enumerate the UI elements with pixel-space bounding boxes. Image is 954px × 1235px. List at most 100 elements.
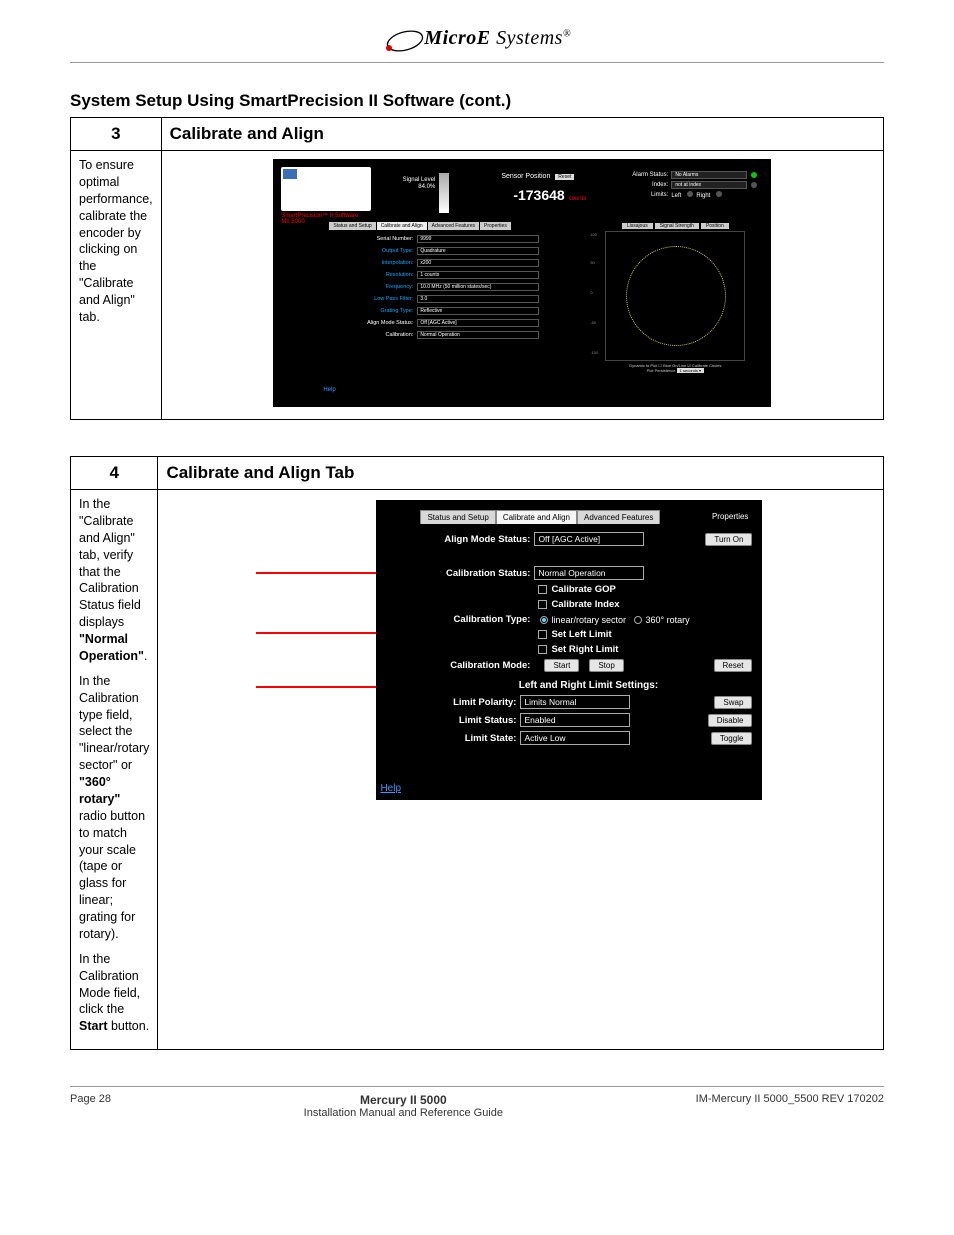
align-mode-label: Align Mode Status:: [424, 534, 534, 545]
plot-panel: LissajousSignal StrengthPosition 100 50 …: [595, 223, 755, 373]
sensor-position-value: -173648 counts: [513, 187, 586, 203]
step4-number: 4: [71, 457, 158, 490]
tabs-row[interactable]: Status and Setup Calibrate and Align Adv…: [420, 510, 754, 524]
sensor-position-label: Sensor Position Reset: [501, 173, 574, 180]
calibrate-gop-label: Calibrate GOP: [551, 584, 615, 595]
step4-shot-cell: Status and Setup Calibrate and Align Adv…: [158, 490, 884, 1050]
plot-persistence-select[interactable]: 1 seconds ▾: [677, 368, 704, 373]
limit-polarity-value: Limits Normal: [520, 695, 630, 709]
step4-table: 4 Calibrate and Align Tab In the "Calibr…: [70, 456, 884, 1050]
step3-table: 3 Calibrate and Align To ensure optimal …: [70, 117, 884, 420]
step3-title: Calibrate and Align: [170, 124, 324, 143]
plot-tabs[interactable]: LissajousSignal StrengthPosition: [595, 223, 755, 229]
app-screenshot-2: Status and Setup Calibrate and Align Adv…: [376, 500, 762, 800]
footer-title: Mercury II 5000: [111, 1093, 696, 1107]
signal-level-label: Signal Level 84.0%: [391, 177, 435, 190]
plot-tab-position[interactable]: Position: [701, 223, 729, 229]
resolution-field[interactable]: 1 counts: [417, 271, 539, 279]
stop-button[interactable]: Stop: [589, 659, 623, 672]
plot-tab-lissajous[interactable]: Lissajous: [622, 223, 653, 229]
index-led-icon: [751, 182, 757, 188]
properties-label[interactable]: Properties: [706, 510, 754, 524]
limit-status-value: Enabled: [520, 713, 630, 727]
logo-row: MicroE Systems®: [70, 26, 884, 56]
calibrate-index-checkbox[interactable]: [538, 600, 547, 609]
left-limit-led-icon: [687, 191, 693, 197]
lissajous-plot: 100 50 0 -50 -100: [605, 231, 745, 361]
tab-calibrate-align[interactable]: Calibrate and Align: [496, 510, 577, 524]
step3-side: To ensure optimal performance, calibrate…: [71, 151, 162, 420]
set-right-limit-label: Set Right Limit: [551, 644, 618, 655]
help-link[interactable]: Help: [323, 387, 335, 393]
tab-advanced[interactable]: Advanced Features: [577, 510, 660, 524]
plot-tab-signal[interactable]: Signal Strength: [655, 223, 699, 229]
radio-linear-rotary[interactable]: [540, 616, 548, 624]
swap-button[interactable]: Swap: [714, 696, 752, 709]
app-brand-box: [281, 167, 371, 211]
start-button[interactable]: Start: [544, 659, 579, 672]
app-screenshot-1: SmartPrecision™ II Software MII 5000 Sig…: [273, 159, 771, 407]
tab-properties[interactable]: Properties: [480, 222, 511, 230]
footer-subtitle: Installation Manual and Reference Guide: [111, 1107, 696, 1119]
page-root: MicroE Systems® System Setup Using Smart…: [0, 0, 954, 1159]
limit-state-label: Limit State:: [424, 733, 520, 744]
plot-options[interactable]: Dynamic to Plot ☐ Blue On/Line ☑ Calibra…: [595, 363, 755, 373]
lowpass-field[interactable]: 3.0: [417, 295, 539, 303]
cal-status-label: Calibration Status:: [424, 568, 534, 579]
section-heading: System Setup Using SmartPrecision II Sof…: [70, 91, 884, 111]
step4-title-cell: Calibrate and Align Tab: [158, 457, 884, 490]
cal-status-value: Normal Operation: [534, 566, 644, 580]
set-right-limit-checkbox[interactable]: [538, 645, 547, 654]
tab-calibrate-align[interactable]: Calibrate and Align: [377, 222, 427, 230]
disable-button[interactable]: Disable: [708, 714, 753, 727]
reset-button[interactable]: Reset: [714, 659, 753, 672]
footer-page: Page 28: [70, 1093, 111, 1119]
right-limit-led-icon: [716, 191, 722, 197]
alarm-column: Alarm Status:No Alarms Index:not at inde…: [617, 171, 757, 201]
status-fields: Serial Number:9999 Output Type:Quadratur…: [339, 235, 539, 343]
step3-number: 3: [71, 118, 162, 151]
brand-logo: MicroE Systems®: [383, 26, 571, 56]
header-rule: [70, 62, 884, 63]
calibrate-gop-checkbox[interactable]: [538, 585, 547, 594]
tab-status-setup[interactable]: Status and Setup: [420, 510, 495, 524]
step3-shot-cell: SmartPrecision™ II Software MII 5000 Sig…: [161, 151, 883, 420]
interpolation-field[interactable]: x200: [417, 259, 539, 267]
set-left-limit-label: Set Left Limit: [551, 629, 611, 640]
toggle-button[interactable]: Toggle: [711, 732, 753, 745]
lissajous-circle-icon: [626, 246, 726, 346]
logo-swoosh-icon: [383, 26, 427, 56]
frequency-field[interactable]: 10.0 MHz (50 million states/sec): [417, 283, 539, 291]
step4-instructions: In the "Calibrate and Align" tab, verify…: [79, 496, 149, 1035]
output-type-field[interactable]: Quadrature: [417, 247, 539, 255]
footer-rule: [70, 1086, 884, 1087]
tab-status-setup[interactable]: Status and Setup: [329, 222, 375, 230]
app-tabs[interactable]: Status and SetupCalibrate and AlignAdvan…: [329, 223, 512, 229]
serial-number-field: 9999: [417, 235, 539, 243]
set-left-limit-checkbox[interactable]: [538, 630, 547, 639]
signal-level-bar: [439, 173, 449, 213]
step4-side: In the "Calibrate and Align" tab, verify…: [71, 490, 158, 1050]
tab-advanced[interactable]: Advanced Features: [428, 222, 479, 230]
grating-type-field[interactable]: Reflective: [417, 307, 539, 315]
radio-360-rotary[interactable]: [634, 616, 642, 624]
step4-title: Calibrate and Align Tab: [166, 463, 354, 482]
cal-type-label: Calibration Type:: [424, 614, 534, 625]
limit-state-value: Active Low: [520, 731, 630, 745]
help-link[interactable]: Help: [380, 783, 401, 794]
page-footer: Page 28 Mercury II 5000 Installation Man…: [70, 1093, 884, 1119]
alarm-status-value: No Alarms: [671, 171, 747, 179]
status-led-icon: [751, 172, 757, 178]
cal-mode-label: Calibration Mode:: [424, 660, 534, 671]
align-mode-status-field: Off [AGC Active]: [417, 319, 539, 327]
step3-title-cell: Calibrate and Align: [161, 118, 883, 151]
sensor-reset-button[interactable]: Reset: [555, 174, 574, 180]
turn-on-button[interactable]: Turn On: [705, 533, 752, 546]
index-value: not at index: [671, 181, 747, 189]
limit-settings-heading: Left and Right Limit Settings:: [424, 680, 752, 691]
limit-status-label: Limit Status:: [424, 715, 520, 726]
align-mode-value: Off [AGC Active]: [534, 532, 644, 546]
footer-rev: IM-Mercury II 5000_5500 REV 170202: [696, 1093, 884, 1119]
limit-polarity-label: Limit Polarity:: [424, 697, 520, 708]
step3-instruction: To ensure optimal performance, calibrate…: [79, 157, 153, 326]
